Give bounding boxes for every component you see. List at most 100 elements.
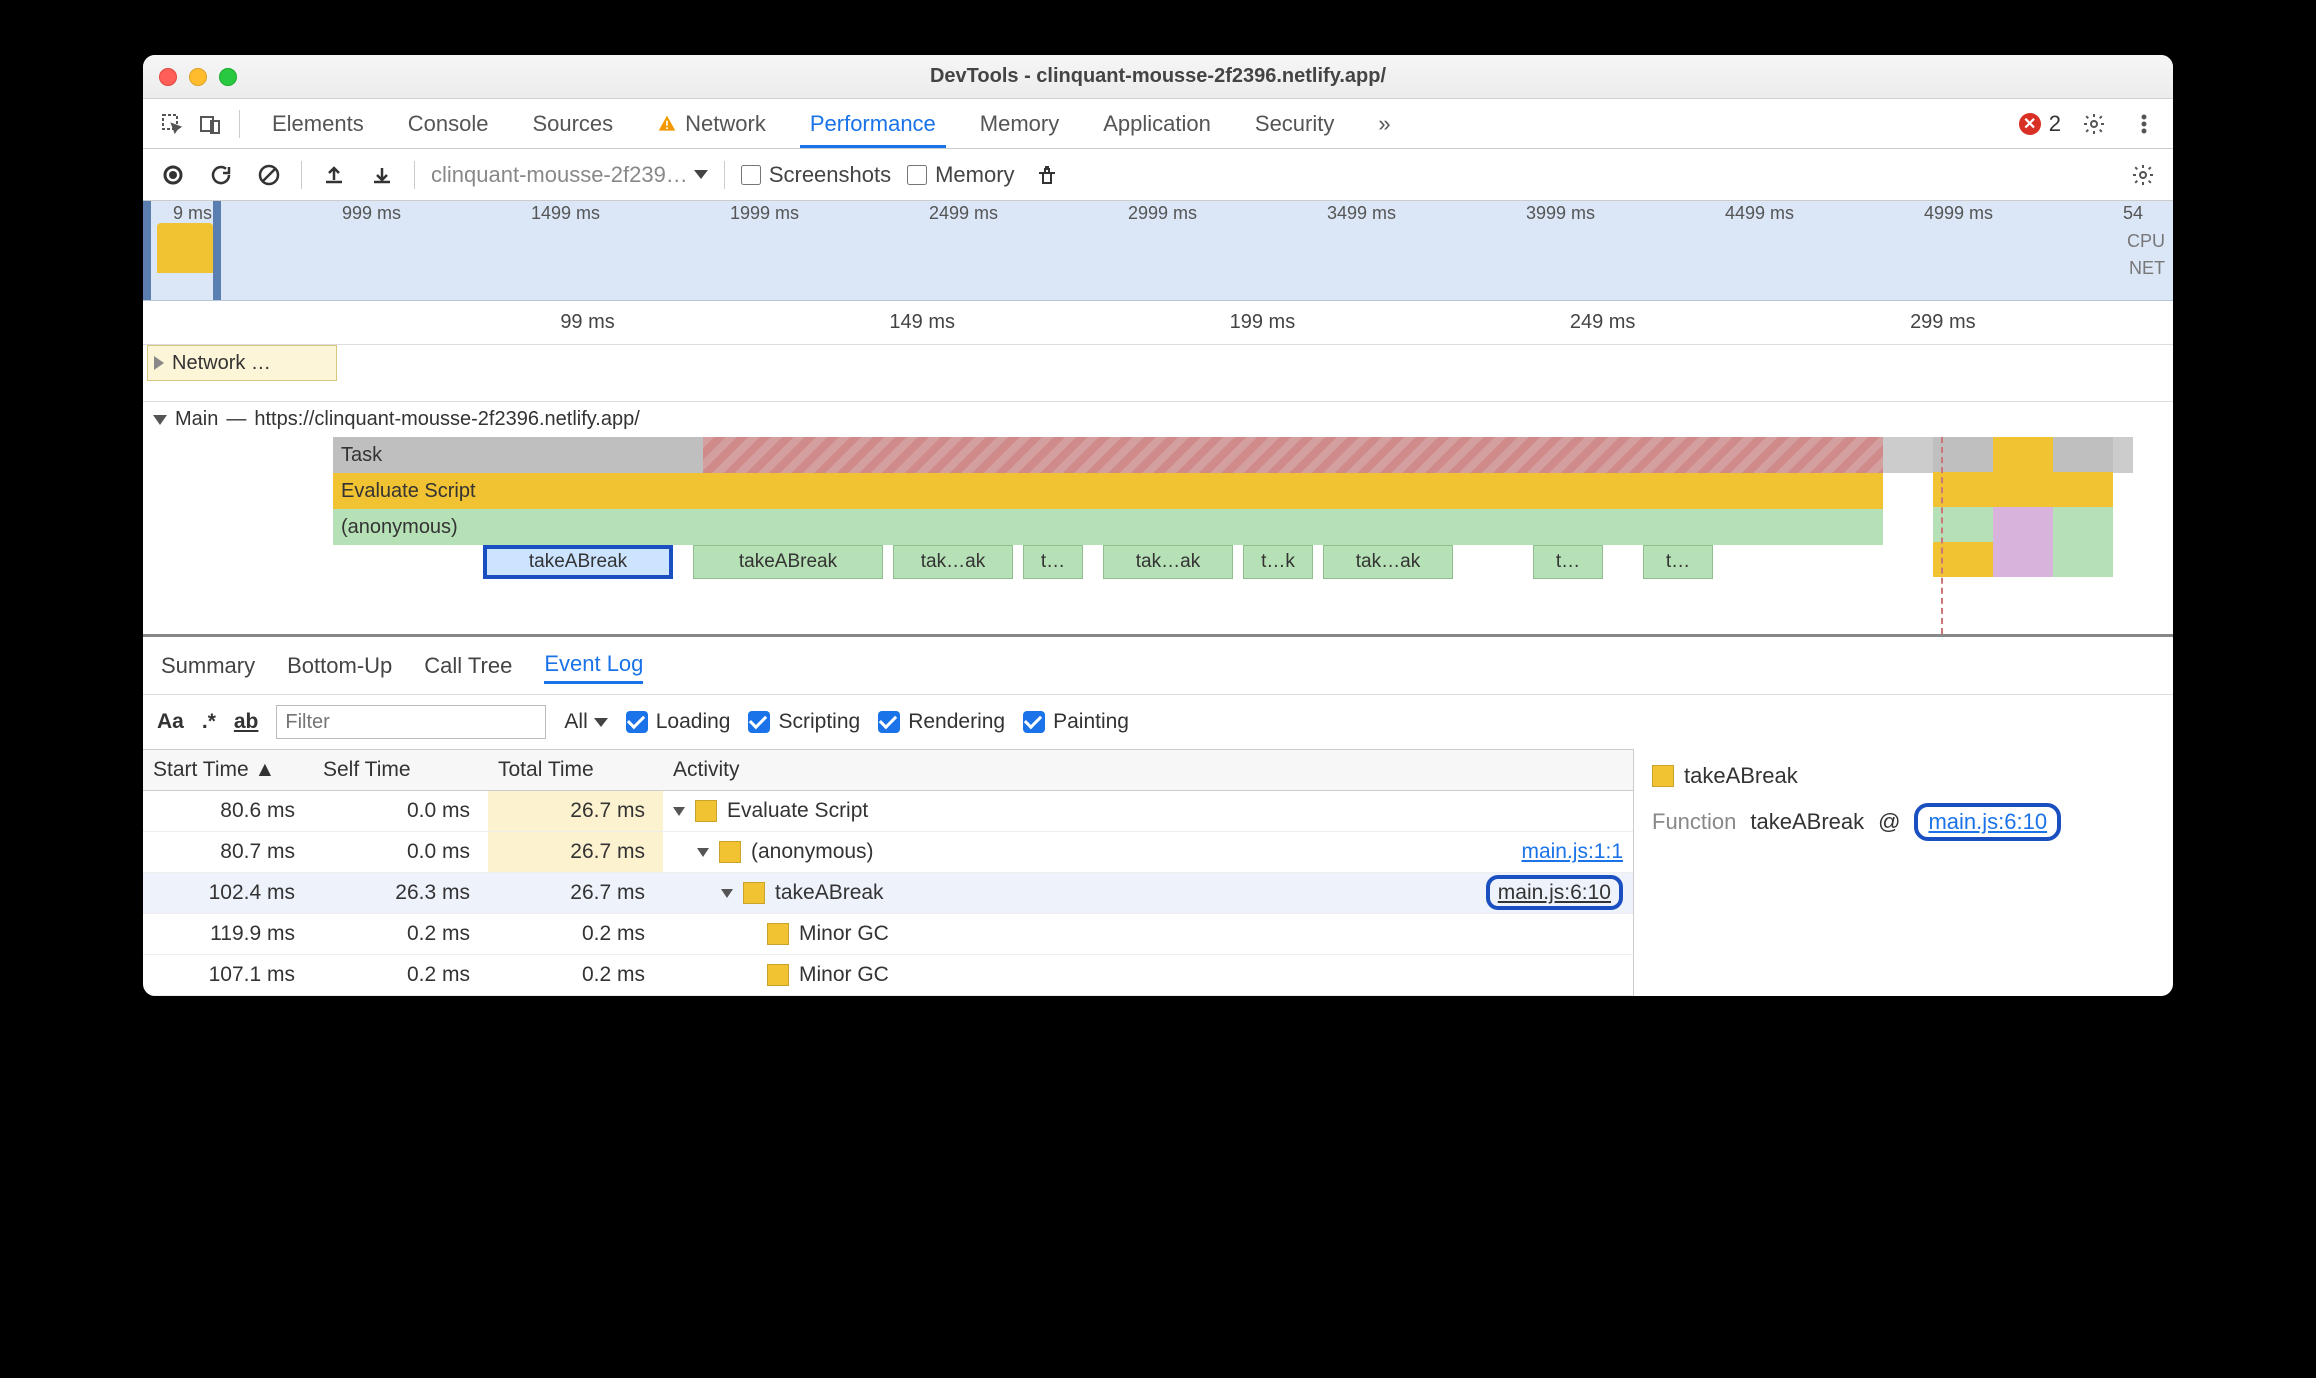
reload-icon[interactable] (205, 159, 237, 191)
cursor-line (1941, 437, 1943, 634)
screenshots-checkbox[interactable]: Screenshots (741, 162, 891, 188)
table-row[interactable]: 107.1 ms0.2 ms0.2 msMinor GC (143, 955, 1633, 996)
settings-gear-icon[interactable] (2077, 107, 2111, 141)
detail-ruler[interactable]: 99 ms149 ms 199 ms249 ms 299 ms (143, 301, 2173, 345)
panel-tabstrip: Elements Console Sources Network Perform… (143, 99, 2173, 149)
download-icon[interactable] (366, 159, 398, 191)
overview-activity-block (157, 223, 213, 273)
flame-call[interactable]: t… (1533, 545, 1603, 579)
col-start[interactable]: Start Time ▲ (143, 750, 313, 791)
source-link[interactable]: main.js:6:10 (1486, 875, 1623, 910)
inspect-icon[interactable] (155, 107, 189, 141)
warning-icon (657, 114, 677, 134)
filter-scripting[interactable]: Scripting (748, 710, 860, 734)
activity-name: Minor GC (799, 963, 889, 987)
flame-call[interactable]: t…k (1243, 545, 1313, 579)
category-square-icon (695, 800, 717, 822)
filter-input[interactable] (276, 705, 546, 739)
titlebar: DevTools - clinquant-mousse-2f2396.netli… (143, 55, 2173, 99)
overview-lane-labels: CPU NET (2127, 231, 2165, 279)
error-count-chip[interactable]: ✕ 2 (2019, 111, 2061, 137)
event-log-table: Start Time ▲ Self Time Total Time Activi… (143, 749, 1633, 996)
tab-summary[interactable]: Summary (161, 649, 255, 683)
flame-call[interactable]: t… (1643, 545, 1713, 579)
tab-more[interactable]: » (1358, 99, 1410, 148)
whole-word-toggle[interactable]: ab (234, 710, 259, 734)
activity-name: (anonymous) (751, 840, 874, 864)
disclosure-icon[interactable] (673, 807, 685, 816)
network-lane[interactable]: Network … (147, 345, 337, 381)
record-icon[interactable] (157, 159, 189, 191)
tab-sources[interactable]: Sources (512, 99, 633, 148)
gc-icon[interactable] (1031, 159, 1063, 191)
flame-side-cluster (1933, 437, 2113, 577)
col-self[interactable]: Self Time (313, 750, 488, 791)
flame-call-selected[interactable]: takeABreak (483, 545, 673, 579)
perf-toolbar: clinquant-mousse-2f239… Screenshots Memo… (143, 149, 2173, 201)
window-title: DevTools - clinquant-mousse-2f2396.netli… (143, 65, 2173, 88)
kebab-menu-icon[interactable] (2127, 107, 2161, 141)
tab-elements[interactable]: Elements (252, 99, 384, 148)
source-link[interactable]: main.js:1:1 (1521, 840, 1623, 863)
activity-name: takeABreak (775, 881, 884, 905)
flame-calls-row: takeABreak takeABreak tak…ak t… tak…ak t… (333, 545, 2133, 581)
event-log-split: Start Time ▲ Self Time Total Time Activi… (143, 749, 2173, 996)
memory-checkbox[interactable]: Memory (907, 162, 1014, 188)
flame-call[interactable]: tak…ak (1103, 545, 1233, 579)
event-details-pane: takeABreak Function takeABreak @ main.js… (1633, 749, 2173, 996)
overview-ticks: 9 ms 999 ms1499 ms 1999 ms2499 ms 2999 m… (143, 203, 2173, 224)
perf-settings-gear-icon[interactable] (2127, 159, 2159, 191)
details-tabs: Summary Bottom-Up Call Tree Event Log (143, 637, 2173, 695)
event-log-table-wrap: Start Time ▲ Self Time Total Time Activi… (143, 749, 1633, 996)
main-track-header[interactable]: Main — https://clinquant-mousse-2f2396.n… (143, 401, 2173, 437)
category-square-icon (719, 841, 741, 863)
col-total[interactable]: Total Time (488, 750, 663, 791)
expand-icon (154, 356, 164, 370)
activity-name: Minor GC (799, 922, 889, 946)
tab-memory[interactable]: Memory (960, 99, 1079, 148)
clear-icon[interactable] (253, 159, 285, 191)
detail-function-label: Function (1652, 809, 1736, 835)
tab-security[interactable]: Security (1235, 99, 1354, 148)
main-track-url: https://clinquant-mousse-2f2396.netlify.… (254, 408, 639, 431)
tab-bottom-up[interactable]: Bottom-Up (287, 649, 392, 683)
category-square-icon (1652, 765, 1674, 787)
table-row[interactable]: 119.9 ms0.2 ms0.2 msMinor GC (143, 914, 1633, 955)
disclosure-icon[interactable] (697, 848, 709, 857)
profile-select[interactable]: clinquant-mousse-2f239… (431, 162, 708, 188)
col-activity[interactable]: Activity (663, 750, 1633, 791)
detail-title: takeABreak (1652, 763, 2155, 789)
tab-console[interactable]: Console (388, 99, 509, 148)
table-row[interactable]: 102.4 ms26.3 ms26.7 mstakeABreakmain.js:… (143, 873, 1633, 914)
flame-chart[interactable]: Task Evaluate Script (anonymous) takeABr… (143, 437, 2173, 637)
category-square-icon (743, 882, 765, 904)
flame-call[interactable]: tak…ak (893, 545, 1013, 579)
main-track-label: Main (175, 408, 218, 431)
flame-call[interactable]: tak…ak (1323, 545, 1453, 579)
flame-call[interactable]: t… (1023, 545, 1083, 579)
devtools-window: DevTools - clinquant-mousse-2f2396.netli… (143, 55, 2173, 996)
regex-toggle[interactable]: .* (202, 710, 216, 734)
tab-network[interactable]: Network (637, 99, 786, 148)
disclosure-icon[interactable] (721, 889, 733, 898)
error-icon: ✕ (2019, 113, 2041, 135)
tab-event-log[interactable]: Event Log (544, 647, 643, 684)
case-sensitive-toggle[interactable]: Aa (157, 710, 184, 734)
filter-painting[interactable]: Painting (1023, 710, 1129, 734)
filter-all-select[interactable]: All (564, 710, 607, 734)
filter-loading[interactable]: Loading (626, 710, 731, 734)
table-row[interactable]: 80.7 ms0.0 ms26.7 ms(anonymous)main.js:1… (143, 832, 1633, 873)
category-square-icon (767, 923, 789, 945)
flame-call[interactable]: takeABreak (693, 545, 883, 579)
chevron-down-icon (694, 170, 708, 179)
upload-icon[interactable] (318, 159, 350, 191)
tab-performance[interactable]: Performance (790, 99, 956, 148)
filter-rendering[interactable]: Rendering (878, 710, 1005, 734)
overview-timeline[interactable]: 9 ms 999 ms1499 ms 1999 ms2499 ms 2999 m… (143, 201, 2173, 301)
tab-call-tree[interactable]: Call Tree (424, 649, 512, 683)
table-row[interactable]: 80.6 ms0.0 ms26.7 msEvaluate Script (143, 791, 1633, 832)
device-toolbar-icon[interactable] (193, 107, 227, 141)
tab-application[interactable]: Application (1083, 99, 1231, 148)
detail-source-link[interactable]: main.js:6:10 (1914, 803, 2061, 841)
category-square-icon (767, 964, 789, 986)
